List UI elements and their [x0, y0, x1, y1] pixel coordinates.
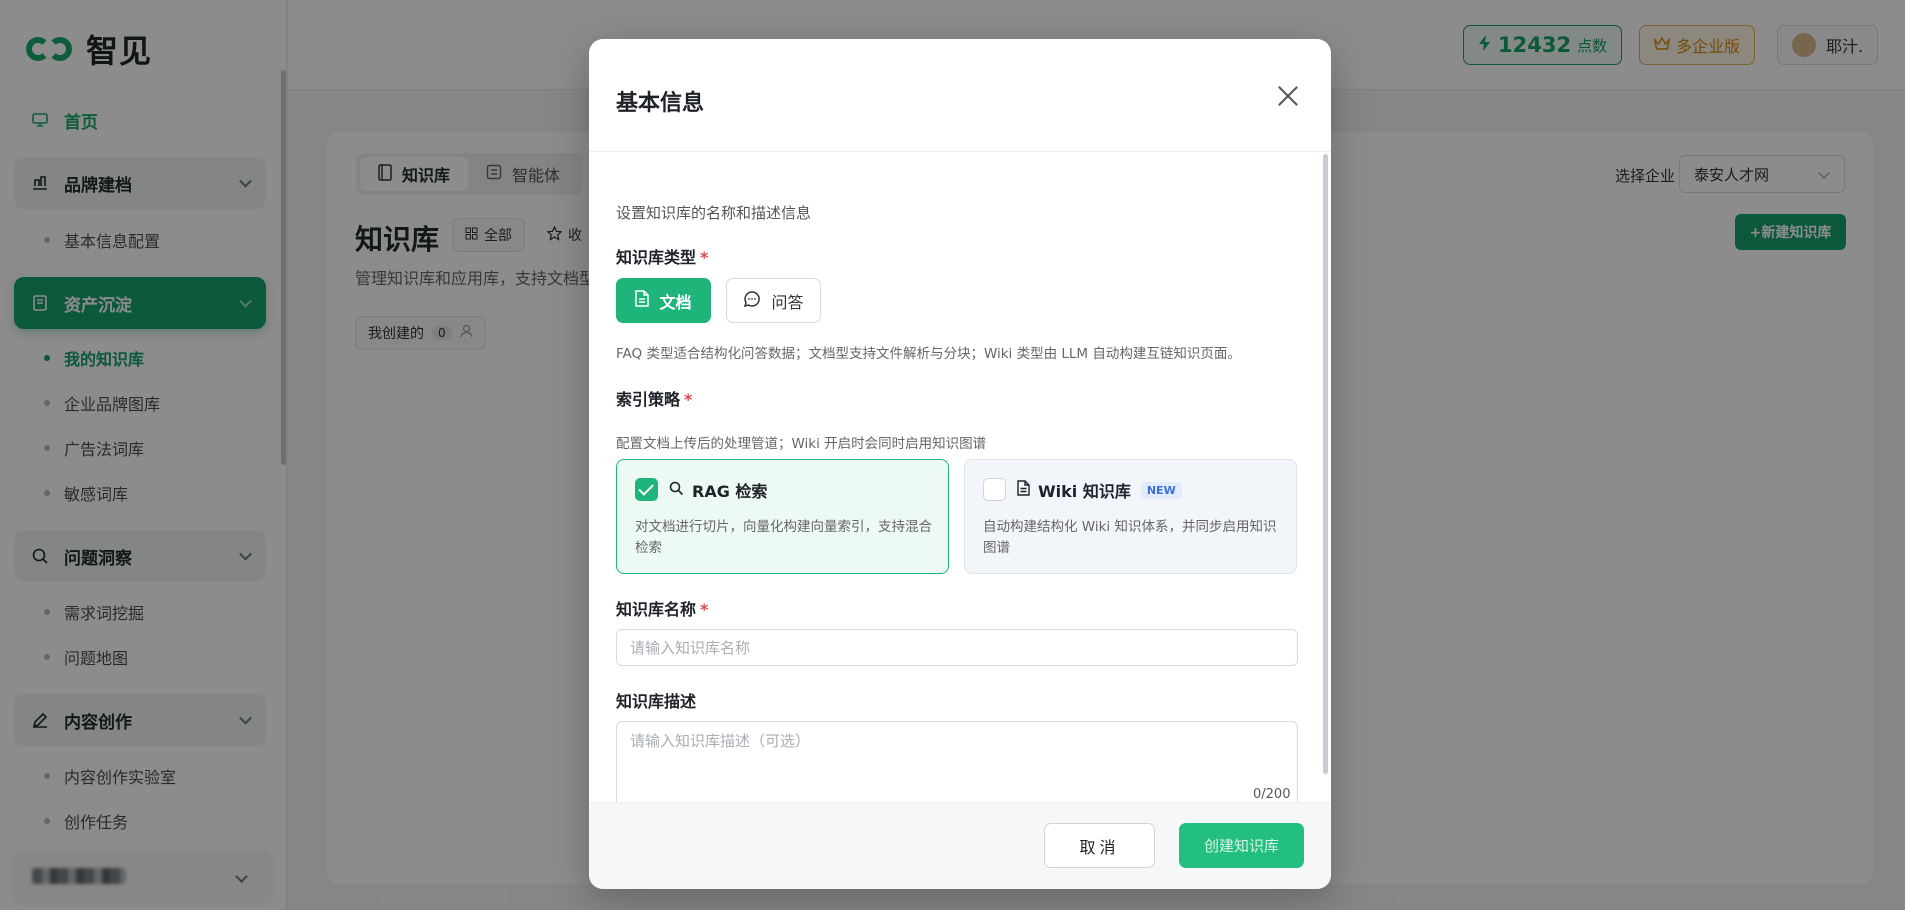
kb-description-label: 知识库描述: [616, 692, 697, 711]
strategy-description: 自动构建结构化 Wiki 知识体系，并同步启用知识图谱: [983, 519, 1277, 556]
required-mark: *: [700, 600, 709, 619]
strategy-title: RAG 检索: [669, 478, 767, 502]
search-icon: [669, 481, 684, 500]
dialog-body: 设置知识库的名称和描述信息 知识库类型 * 文档 问答 FAQ 类型适合结构化问答…: [589, 152, 1331, 861]
index-strategy-hint: 配置文档上传后的处理管道；Wiki 开启时会同时启用知识图谱: [616, 436, 987, 452]
dialog-footer: 取消 创建知识库: [589, 802, 1331, 889]
dialog-header: 基本信息: [589, 39, 1331, 152]
create-kb-button[interactable]: 创建知识库: [1179, 823, 1304, 868]
document-icon: [635, 290, 650, 311]
dialog-scrollbar[interactable]: [1323, 154, 1328, 774]
type-qa-button[interactable]: 问答: [726, 278, 821, 323]
strategy-rag-card[interactable]: RAG 检索 对文档进行切片，向量化构建向量索引，支持混合检索: [616, 459, 949, 574]
kb-name-input[interactable]: [616, 629, 1298, 666]
strategy-title: Wiki 知识库 NEW: [1017, 478, 1182, 502]
required-mark: *: [684, 390, 693, 409]
document-icon: [1017, 480, 1030, 500]
new-badge: NEW: [1140, 481, 1182, 499]
required-mark: *: [700, 248, 709, 267]
dialog-title: 基本信息: [616, 91, 705, 116]
kb-name-label: 知识库名称 *: [616, 600, 709, 619]
type-document-button[interactable]: 文档: [616, 278, 711, 323]
kb-type-label: 知识库类型 *: [616, 248, 709, 267]
strategy-wiki-card[interactable]: Wiki 知识库 NEW 自动构建结构化 Wiki 知识体系，并同步启用知识图谱: [964, 459, 1297, 574]
chat-bubble-icon: [743, 290, 761, 312]
cancel-button[interactable]: 取消: [1044, 823, 1155, 868]
create-kb-dialog: 基本信息 设置知识库的名称和描述信息 知识库类型 * 文档 问答 FAQ 类型适合…: [589, 39, 1331, 889]
close-icon[interactable]: [1277, 85, 1299, 107]
kb-type-hint: FAQ 类型适合结构化问答数据；文档型支持文件解析与分块；Wiki 类型由 LL…: [616, 346, 1241, 362]
wiki-checkbox[interactable]: [983, 478, 1006, 501]
dialog-subtitle: 设置知识库的名称和描述信息: [616, 204, 812, 222]
index-strategy-label: 索引策略 *: [616, 390, 693, 409]
char-counter: 0/200: [1253, 787, 1291, 802]
rag-checkbox[interactable]: [635, 478, 658, 501]
strategy-description: 对文档进行切片，向量化构建向量索引，支持混合检索: [635, 519, 932, 556]
